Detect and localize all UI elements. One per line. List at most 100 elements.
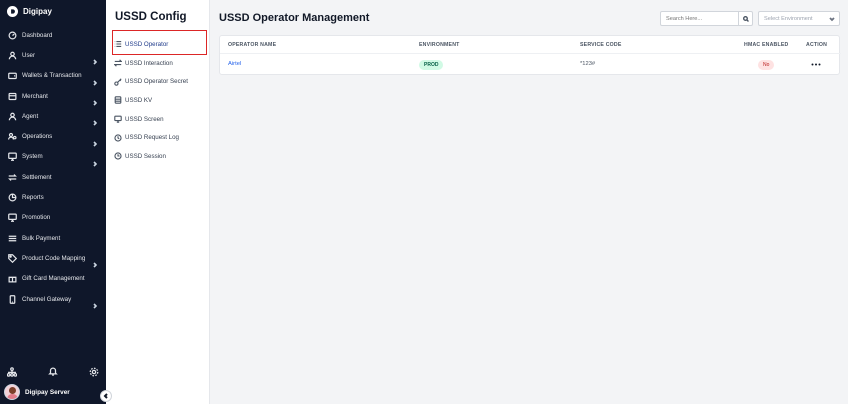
sidebar-item-label: Reports xyxy=(22,194,44,202)
brand[interactable]: Digipay xyxy=(7,6,52,17)
sidebar-item-label: User xyxy=(22,51,36,59)
sidebar: Digipay Dashboard User Wallets & Transac… xyxy=(0,0,106,404)
chevron-left-icon xyxy=(103,393,108,399)
page-title: USSD Operator Management xyxy=(219,12,370,24)
sidebar-item-user[interactable]: User xyxy=(0,45,106,66)
operator-name-link[interactable]: Airtel xyxy=(228,61,241,67)
chevron-right-icon xyxy=(92,113,98,126)
speedometer-icon xyxy=(8,31,17,40)
sidebar-item-label: Agent xyxy=(22,112,39,120)
sidebar-item-channel-gateway[interactable]: Channel Gateway xyxy=(0,289,106,309)
user-icon xyxy=(8,51,17,60)
menu-item-label: USSD Screen xyxy=(125,115,164,123)
search-button[interactable] xyxy=(738,12,752,25)
agent-icon xyxy=(8,112,17,121)
sidebar-item-settlement[interactable]: Settlement xyxy=(0,167,106,187)
column-header-operator-name[interactable]: OPERATOR NAME xyxy=(228,42,276,48)
tag-icon xyxy=(8,254,17,263)
store-icon xyxy=(8,92,17,101)
operator-table: OPERATOR NAME ENVIRONMENT SERVICE CODE H… xyxy=(219,35,841,76)
sidebar-item-label: Wallets & Transaction xyxy=(22,72,82,80)
more-horizontal-icon xyxy=(811,63,821,65)
sidebar-item-dashboard[interactable]: Dashboard xyxy=(0,25,106,45)
database-icon xyxy=(114,96,122,105)
users-cog-icon xyxy=(8,132,17,141)
sidebar-item-label: Operations xyxy=(22,133,53,141)
sidebar-item-wallets-transaction[interactable]: Wallets & Transaction xyxy=(0,66,106,86)
sidebar-item-label: Product Code Mapping xyxy=(22,254,86,262)
menu-item-label: USSD Session xyxy=(125,152,166,160)
gear-icon[interactable] xyxy=(89,364,99,377)
screen-icon xyxy=(8,213,17,223)
sidebar-item-merchant[interactable]: Merchant xyxy=(0,86,106,106)
main-content: USSD Operator Management Select Environm… xyxy=(210,0,848,404)
digipay-logo-icon xyxy=(7,6,18,17)
column-header-hmac-enabled[interactable]: HMAC ENABLED xyxy=(744,42,788,48)
sidebar-item-label: Promotion xyxy=(22,214,51,222)
chevron-down-icon xyxy=(829,16,835,22)
sidebar-item-label: Dashboard xyxy=(22,31,53,39)
ussd-config-menu: USSD Operator USSD Interaction USSD Oper… xyxy=(106,35,210,166)
sidebar-item-label: Bulk Payment xyxy=(22,234,61,242)
sidebar-item-operations[interactable]: Operations xyxy=(0,126,106,147)
menu-item-ussd-screen[interactable]: USSD Screen xyxy=(106,110,210,129)
monitor-icon xyxy=(114,115,122,123)
menu-item-label: USSD Interaction xyxy=(125,59,173,67)
swap-icon xyxy=(114,59,122,67)
brand-name: Digipay xyxy=(23,7,52,16)
sidebar-item-bulk-payment[interactable]: Bulk Payment xyxy=(0,228,106,248)
menu-item-ussd-kv[interactable]: USSD KV xyxy=(106,91,210,110)
sidebar-item-system[interactable]: System xyxy=(0,147,106,167)
column-header-service-code[interactable]: SERVICE CODE xyxy=(580,42,622,48)
sidebar-item-promotion[interactable]: Promotion xyxy=(0,208,106,228)
table-header: OPERATOR NAME ENVIRONMENT SERVICE CODE H… xyxy=(220,36,841,54)
table-row: Airtel PROD *123# No xyxy=(220,54,841,76)
avatar xyxy=(4,384,20,400)
panel-title: USSD Config xyxy=(115,11,187,23)
menu-item-label: USSD Operator xyxy=(125,40,169,48)
column-header-environment[interactable]: ENVIRONMENT xyxy=(419,42,460,48)
chevron-right-icon xyxy=(92,73,98,86)
sidebar-item-reports[interactable]: Reports xyxy=(0,187,106,207)
search-box xyxy=(660,11,753,26)
menu-item-ussd-interaction[interactable]: USSD Interaction xyxy=(106,54,210,73)
clock-icon xyxy=(114,152,122,161)
swap-icon xyxy=(8,173,17,182)
chevron-right-icon xyxy=(92,93,98,106)
user-name: Digipay Server xyxy=(25,388,70,396)
environment-select[interactable]: Select Environment xyxy=(758,11,840,26)
sidebar-item-label: System xyxy=(22,153,43,161)
row-actions-button[interactable] xyxy=(810,59,822,69)
hmac-enabled-badge: No xyxy=(758,60,775,70)
user-profile[interactable]: Digipay Server xyxy=(4,384,70,400)
sidebar-item-label: Gift Card Management xyxy=(22,275,85,283)
sidebar-nav: Dashboard User Wallets & Transaction Mer… xyxy=(0,25,106,309)
chevron-right-icon xyxy=(92,134,98,147)
key-icon xyxy=(114,78,122,86)
sidebar-item-label: Channel Gateway xyxy=(22,295,72,303)
sidebar-bottom-actions xyxy=(0,362,106,377)
environment-badge: PROD xyxy=(419,59,444,70)
menu-item-ussd-request-log[interactable]: USSD Request Log xyxy=(106,128,210,147)
collapse-sidebar-button[interactable] xyxy=(100,390,112,402)
sidebar-item-product-code-mapping[interactable]: Product Code Mapping xyxy=(0,248,106,268)
pie-chart-icon xyxy=(8,193,17,202)
menu-item-ussd-operator[interactable]: USSD Operator xyxy=(106,35,210,54)
sidebar-item-label: Merchant xyxy=(22,92,48,100)
history-icon xyxy=(114,134,122,142)
chevron-right-icon xyxy=(92,255,98,268)
list-icon xyxy=(8,234,17,243)
search-input[interactable] xyxy=(661,12,739,25)
menu-item-ussd-operator-secret[interactable]: USSD Operator Secret xyxy=(106,72,210,91)
ussd-config-panel: USSD Config USSD Operator USSD Interacti… xyxy=(106,0,210,404)
menu-item-ussd-session[interactable]: USSD Session xyxy=(106,147,210,166)
gift-icon xyxy=(8,274,17,283)
sidebar-item-agent[interactable]: Agent xyxy=(0,106,106,126)
menu-item-label: USSD Operator Secret xyxy=(125,78,188,86)
search-icon xyxy=(742,15,749,22)
sidebar-item-gift-card-management[interactable]: Gift Card Management xyxy=(0,269,106,289)
network-icon[interactable] xyxy=(6,364,18,377)
chevron-right-icon xyxy=(92,52,98,66)
service-code: *123# xyxy=(580,61,596,67)
bell-icon[interactable] xyxy=(48,363,58,376)
